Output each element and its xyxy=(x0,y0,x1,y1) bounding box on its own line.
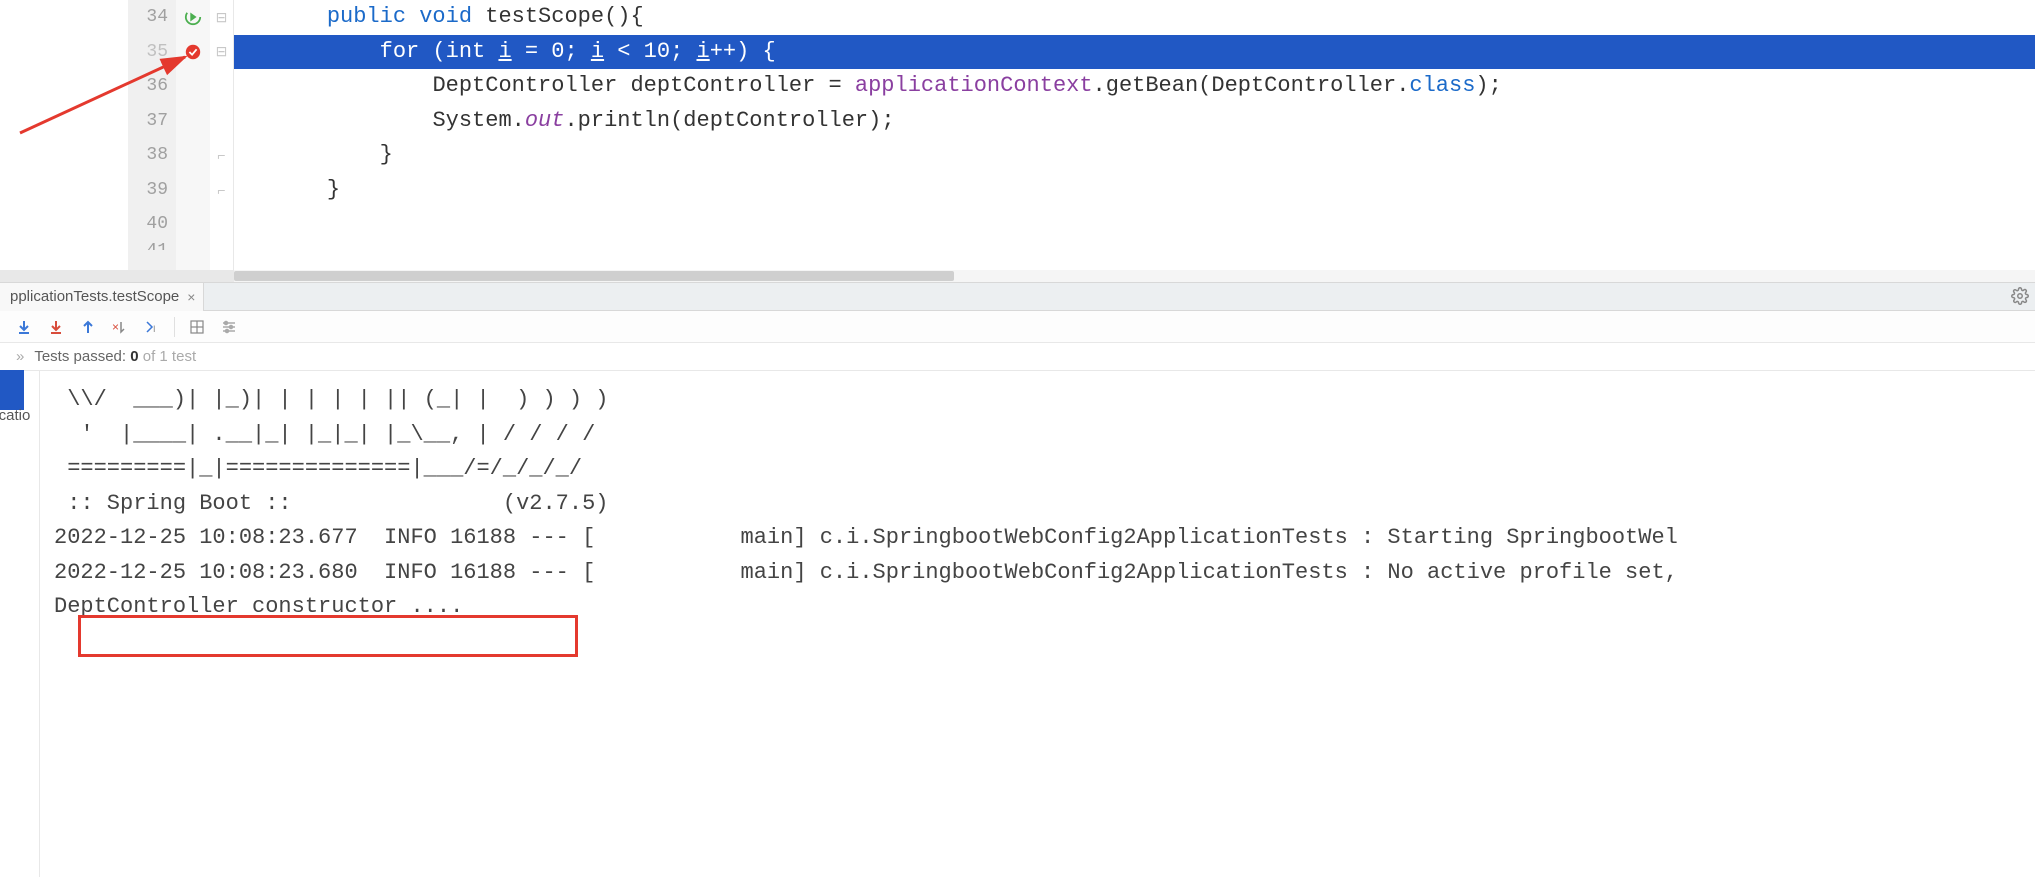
up-arrow-icon[interactable] xyxy=(78,317,98,337)
fold-toggle-icon[interactable]: ⊟ xyxy=(216,9,228,26)
line-number: 41 xyxy=(128,242,168,250)
test-tree-strip: licatio xyxy=(0,371,40,877)
close-icon[interactable]: × xyxy=(187,289,195,305)
run-tab-label: pplicationTests.testScope xyxy=(10,288,179,305)
code-line[interactable]: for (int i = 0; i < 10; i++) { xyxy=(234,35,2035,70)
editor-horizontal-scrollbar[interactable] xyxy=(0,270,2035,282)
test-status-bar: » Tests passed: 0 of 1 test xyxy=(0,343,2035,371)
fold-toggle-icon[interactable]: ⊟ xyxy=(216,43,228,60)
run-tab[interactable]: pplicationTests.testScope × xyxy=(0,283,204,311)
console-output[interactable]: \\/ ___)| |_)| | | | | || (_| | ) ) ) ) … xyxy=(40,371,2035,877)
console-line: :: Spring Boot :: (v2.7.5) xyxy=(54,487,2035,522)
line-number: 40 xyxy=(128,207,168,242)
line-number: 38 xyxy=(128,138,168,173)
scrollbar-thumb[interactable] xyxy=(234,271,954,281)
line-number: 37 xyxy=(128,104,168,139)
console-line: \\/ ___)| |_)| | | | | || (_| | ) ) ) ) xyxy=(54,383,2035,418)
line-number: 36 xyxy=(128,69,168,104)
gutter-left-margin xyxy=(0,0,128,270)
code-line[interactable]: public void testScope(){ xyxy=(234,0,2035,35)
console-line: 2022-12-25 10:08:23.677 INFO 16188 --- [… xyxy=(54,521,2035,556)
code-line[interactable]: System.out.println(deptController); xyxy=(234,104,2035,139)
code-area[interactable]: public void testScope(){ for (int i = 0;… xyxy=(234,0,2035,270)
run-panel: pplicationTests.testScope × × I xyxy=(0,282,2035,877)
svg-text:×: × xyxy=(112,320,119,334)
sort-failed-icon[interactable]: × xyxy=(110,317,130,337)
test-tree-selection[interactable] xyxy=(0,370,24,410)
console-line: DeptController constructor .... xyxy=(54,590,2035,625)
code-line[interactable] xyxy=(234,242,2035,250)
settings-lines-icon[interactable] xyxy=(219,317,239,337)
code-line[interactable]: DeptController deptController = applicat… xyxy=(234,69,2035,104)
console-container: licatio \\/ ___)| |_)| | | | | || (_| | … xyxy=(0,371,2035,877)
sort-alpha-icon[interactable]: I xyxy=(142,317,162,337)
svg-text:I: I xyxy=(153,324,156,334)
console-line: 2022-12-25 10:08:23.680 INFO 16188 --- [… xyxy=(54,556,2035,591)
gear-icon[interactable] xyxy=(2011,287,2029,308)
grid-icon[interactable] xyxy=(187,317,207,337)
breakpoint-icon[interactable] xyxy=(184,43,202,61)
line-number: 34 xyxy=(128,0,168,35)
console-line: =========|_|==============|___/=/_/_/_/ xyxy=(54,452,2035,487)
chevron-icon: » xyxy=(16,348,24,365)
collapse-all-icon[interactable] xyxy=(14,317,34,337)
panel-tabs: pplicationTests.testScope × xyxy=(0,283,2035,311)
fold-end-icon: ⌐ xyxy=(217,182,225,198)
code-editor: 3435363738394041 ⊟ ⊟ ⌐ ⌐ public void testSc… xyxy=(0,0,2035,270)
code-line[interactable] xyxy=(234,207,2035,242)
run-gutter-icon[interactable] xyxy=(184,8,202,26)
line-number-gutter: 3435363738394041 xyxy=(128,0,176,270)
code-line[interactable]: } xyxy=(234,138,2035,173)
line-number: 35 xyxy=(128,35,168,70)
fold-gutter: ⊟ ⊟ ⌐ ⌐ xyxy=(210,0,234,270)
console-line: ' |____| .__|_| |_|_| |_\__, | / / / / xyxy=(54,418,2035,453)
tests-passed-label: Tests passed: 0 of 1 test xyxy=(34,348,196,365)
fold-end-icon: ⌐ xyxy=(217,147,225,163)
gutter-icons xyxy=(176,0,210,270)
expand-all-icon[interactable] xyxy=(46,317,66,337)
test-toolbar: × I xyxy=(0,311,2035,343)
line-number: 39 xyxy=(128,173,168,208)
code-line[interactable]: } xyxy=(234,173,2035,208)
